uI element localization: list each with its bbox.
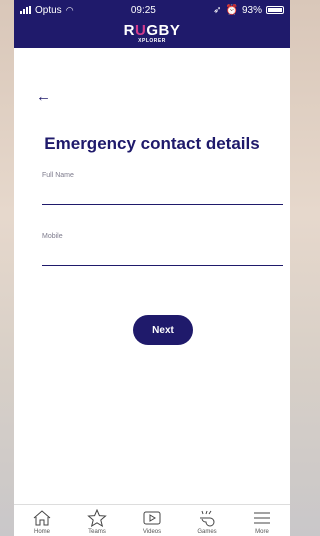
status-bar: Optus ◠ 09:25 ➶ ⏰ 93% [14, 0, 290, 20]
status-right: ➶ ⏰ 93% [213, 5, 284, 16]
battery-icon [266, 6, 284, 14]
app-screen: Optus ◠ 09:25 ➶ ⏰ 93% RUGBY XPLORER ← Em… [14, 0, 290, 536]
page-title: Emergency contact details [44, 134, 260, 153]
back-arrow-icon[interactable]: ← [36, 88, 51, 105]
tab-games[interactable]: Games [185, 505, 229, 536]
alarm-icon: ⏰ [225, 4, 238, 16]
tab-games-label: Games [197, 529, 217, 535]
tab-home-label: Home [33, 529, 50, 535]
full-name-label: Full Name [42, 172, 74, 179]
menu-icon [254, 512, 270, 524]
home-icon [33, 510, 51, 526]
video-icon [143, 511, 161, 525]
tab-videos[interactable]: Videos [130, 505, 174, 536]
status-left: Optus ◠ [20, 5, 74, 16]
bottom-tab-bar: Home Teams Videos Games More [14, 504, 290, 536]
logo-text-accent: U [134, 22, 147, 39]
tab-more[interactable]: More [240, 505, 284, 536]
mobile-label: Mobile [42, 233, 63, 240]
mobile-input[interactable] [42, 240, 283, 266]
status-time: 09:25 [130, 4, 156, 16]
logo-text-2: GBY [146, 22, 181, 39]
tab-more-label: More [255, 529, 269, 535]
signal-icon [20, 6, 31, 14]
mobile-field: Mobile [42, 233, 283, 266]
location-icon: ➶ [213, 4, 222, 16]
next-button[interactable]: Next [133, 315, 193, 345]
carrier-label: Optus [35, 4, 62, 16]
battery-percent: 93% [241, 4, 262, 16]
tab-teams-label: Teams [88, 529, 106, 535]
tab-home[interactable]: Home [20, 505, 64, 536]
logo-subtitle: XPLORER [138, 38, 166, 44]
logo: RUGBY [123, 22, 181, 39]
full-name-field: Full Name [42, 172, 283, 205]
tab-teams[interactable]: Teams [75, 505, 119, 536]
star-icon [87, 509, 107, 527]
whistle-icon [200, 510, 215, 527]
logo-text-1: R [123, 22, 135, 39]
full-name-input[interactable] [42, 179, 283, 205]
wifi-icon: ◠ [65, 4, 74, 15]
tab-videos-label: Videos [142, 529, 162, 535]
app-header: RUGBY XPLORER [14, 20, 290, 48]
